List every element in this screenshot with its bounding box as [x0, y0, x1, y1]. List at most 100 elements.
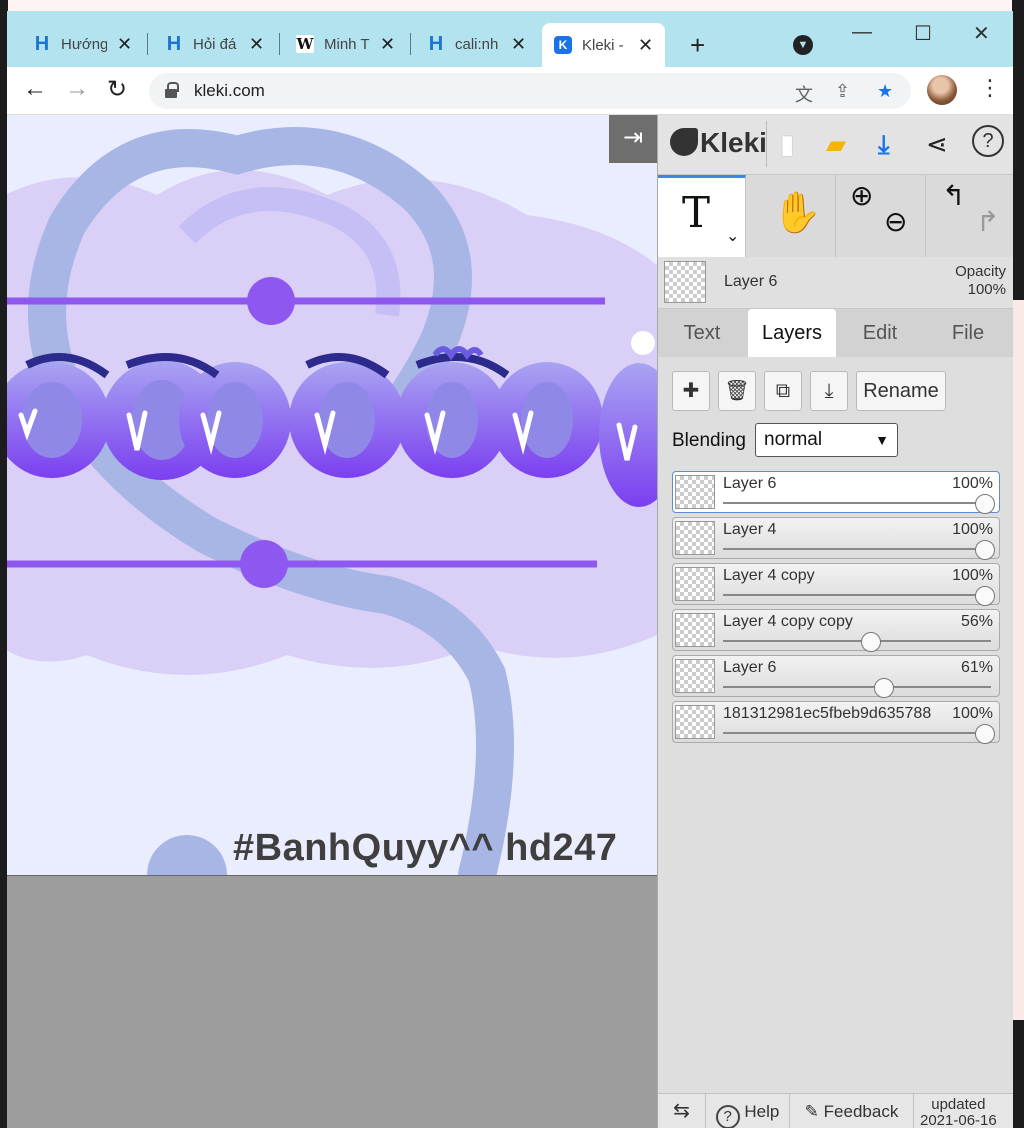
desktop-background-right — [1012, 0, 1024, 1128]
updated-info: updated 2021-06-16 — [920, 1097, 997, 1128]
hashtag-text: #BanhQuyy^^ hd247 — [233, 827, 618, 869]
layer-row[interactable]: Layer 4 100% — [672, 517, 1000, 560]
chevron-down-icon[interactable]: ⌄ — [726, 226, 739, 245]
close-icon[interactable]: ✕ — [511, 34, 526, 55]
layer-thumbnail — [675, 613, 715, 647]
zoom-tool-button[interactable]: ⊕ ⊖ — [836, 175, 926, 257]
tab-kleki[interactable]: K Kleki - ✕ — [542, 23, 666, 67]
merge-down-button[interactable]: ⤓ — [810, 371, 848, 411]
opacity-slider-track[interactable] — [723, 640, 991, 642]
opacity-slider-knob[interactable] — [975, 724, 995, 744]
more-menu-icon[interactable]: ⋮ — [979, 75, 1001, 101]
maximize-icon[interactable]: ☐ — [914, 21, 932, 46]
zoom-in-icon[interactable]: ⊕ — [850, 179, 873, 212]
drawing-canvas[interactable]: #BanhQuyy^^ hd247 — [7, 115, 657, 875]
forward-arrow-icon[interactable]: → — [65, 75, 89, 103]
opacity-slider-track[interactable] — [723, 594, 991, 596]
close-icon[interactable]: ✕ — [249, 34, 264, 55]
opacity-slider-knob[interactable] — [874, 678, 895, 698]
download-icon[interactable]: ⤓ — [878, 129, 890, 161]
undo-icon[interactable]: ↰ — [942, 179, 965, 212]
opacity-slider-knob[interactable] — [975, 586, 995, 606]
feedback-icon: ✎ — [804, 1102, 819, 1121]
zoom-out-icon[interactable]: ⊖ — [884, 205, 907, 238]
opacity-value: 100% — [967, 281, 1006, 298]
layer-row[interactable]: Layer 6 100% — [672, 471, 1000, 514]
rename-button[interactable]: Rename — [856, 371, 946, 411]
address-bar[interactable]: kleki.com 文 ⇪ ★ — [149, 73, 911, 109]
url-text[interactable]: kleki.com — [194, 81, 265, 101]
layer-thumbnail — [664, 261, 706, 303]
canvas-artwork — [7, 127, 657, 875]
opacity-slider-track[interactable] — [723, 548, 991, 550]
add-layer-button[interactable]: ✚ — [672, 371, 710, 411]
opacity-slider-knob[interactable] — [861, 632, 882, 652]
opacity-readout: Opacity 100% — [955, 263, 1006, 299]
redo-icon[interactable]: ↱ — [976, 205, 999, 238]
lock-icon — [165, 82, 179, 98]
feedback-button[interactable]: ✎ Feedback — [790, 1094, 914, 1128]
help-button[interactable]: ? Help — [706, 1094, 790, 1128]
close-icon[interactable]: ✕ — [380, 34, 395, 55]
layer-thumbnail — [675, 475, 715, 509]
tab-file[interactable]: File — [924, 309, 1012, 357]
opacity-slider-track[interactable] — [723, 732, 991, 734]
current-layer-name: Layer 6 — [724, 273, 778, 290]
new-file-icon[interactable]: ▮ — [780, 129, 794, 160]
layer-row[interactable]: 181312981ec5fbeb9d635788 100% — [672, 701, 1000, 744]
layer-thumbnail — [675, 659, 715, 693]
kleki-icon: K — [554, 36, 572, 54]
circle-shape — [147, 835, 227, 875]
share-icon[interactable]: ⋖ — [926, 129, 948, 160]
blending-label: Blending — [672, 430, 746, 451]
layer-row[interactable]: Layer 4 copy copy 56% — [672, 609, 1000, 652]
text-tool-button[interactable]: T ⌄ — [658, 175, 746, 257]
tab-huong[interactable]: Hướng ✕ — [33, 27, 132, 61]
minimize-icon[interactable]: — — [852, 21, 872, 44]
undo-redo-button[interactable]: ↰ ↱ — [926, 175, 1013, 257]
kleki-sidebar: Kleki ▮ ▰ ⤓ ⋖ ? T ⌄ ✋ ⊕ ⊖ ↰ ↱ Layer 6 Op… — [657, 115, 1013, 1128]
hand-tool-button[interactable]: ✋ — [746, 175, 836, 257]
new-tab-button[interactable]: + — [690, 30, 705, 61]
delete-layer-button[interactable]: 🗑 — [718, 371, 756, 411]
opacity-slider-knob[interactable] — [975, 540, 995, 560]
collapse-sidebar-button[interactable]: ⇥ — [609, 115, 657, 163]
opacity-slider-knob[interactable] — [975, 494, 995, 514]
profile-avatar[interactable] — [927, 75, 957, 105]
open-folder-icon[interactable]: ▰ — [826, 129, 846, 160]
layer-name: Layer 4 copy copy — [723, 613, 853, 630]
duplicate-layer-button[interactable]: ⧉ — [764, 371, 802, 411]
blending-select[interactable]: normal ▼ — [755, 423, 898, 457]
tab-text[interactable]: Text — [658, 309, 746, 357]
tab-hoi-dap[interactable]: Hỏi đá ✕ — [165, 27, 264, 61]
close-icon[interactable]: ✕ — [117, 34, 132, 55]
close-icon[interactable]: ✕ — [638, 35, 653, 56]
help-icon[interactable]: ? — [972, 125, 1004, 157]
layer-row[interactable]: Layer 6 61% — [672, 655, 1000, 698]
close-window-icon[interactable]: ✕ — [973, 21, 990, 46]
back-arrow-icon[interactable]: ← — [23, 75, 47, 103]
opacity-slider-track[interactable] — [723, 502, 991, 504]
chevron-down-icon: ▼ — [875, 432, 889, 448]
layer-name: Layer 6 — [723, 659, 777, 676]
tab-title: cali:nh — [455, 35, 499, 53]
hand-icon: ✋ — [772, 190, 822, 236]
swap-sides-icon[interactable]: ⇆ — [658, 1094, 706, 1128]
bottom-knob — [240, 540, 288, 588]
layer-row[interactable]: Layer 4 copy 100% — [672, 563, 1000, 606]
layer-opacity: 61% — [960, 659, 993, 676]
reload-icon[interactable]: ↻ — [107, 75, 127, 104]
opacity-slider-track[interactable] — [723, 686, 991, 688]
tab-cali[interactable]: cali:nh ✕ — [427, 27, 526, 61]
tab-minh[interactable]: W Minh T ✕ — [296, 27, 395, 61]
help-circle-icon: ? — [715, 1105, 740, 1128]
translate-icon[interactable]: 文 — [795, 81, 813, 107]
sidebar-footer: ⇆ ? Help ✎ Feedback updated 2021-06-16 — [658, 1093, 1013, 1128]
tab-edit[interactable]: Edit — [838, 309, 922, 357]
layer-opacity: 100% — [952, 521, 993, 538]
kleki-logo[interactable]: Kleki — [670, 127, 767, 159]
bookmark-star-icon[interactable]: ★ — [877, 81, 893, 102]
tab-layers[interactable]: Layers — [748, 309, 836, 357]
tab-search-icon[interactable]: ▼ — [793, 35, 813, 55]
share-icon[interactable]: ⇪ — [835, 81, 850, 102]
